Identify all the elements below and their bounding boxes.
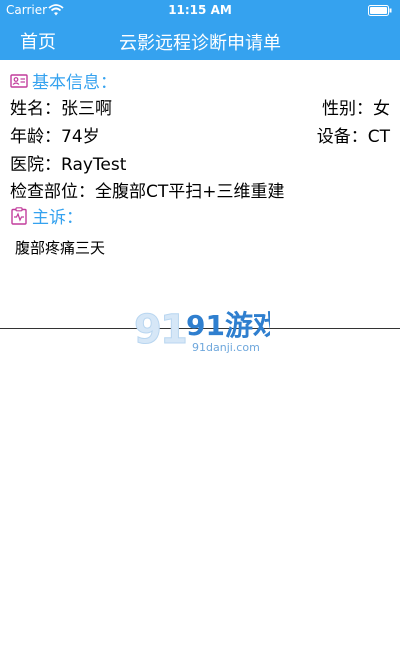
id-card-icon <box>10 73 28 88</box>
patient-age: 年龄：74岁 <box>10 127 100 147</box>
complaint-text: 腹部疼痛三天 <box>15 239 106 257</box>
watermark-brand: 91游戏 <box>186 309 270 342</box>
hospital: 医院：RayTest <box>10 155 127 175</box>
nav-bar: 首页 云影远程诊断申请单 <box>0 20 400 60</box>
exam-part: 检查部位：全腹部CT平扫+三维重建 <box>10 182 285 202</box>
home-back-button[interactable]: 首页 <box>20 28 56 54</box>
status-bar: Carrier 11:15 AM <box>0 0 400 20</box>
patient-name: 姓名：张三啊 <box>10 99 112 119</box>
watermark-domain: 91danji.com <box>192 341 260 354</box>
patient-gender: 性别：女 <box>322 99 390 119</box>
app-header: Carrier 11:15 AM 首页 云影远程诊断申请单 <box>0 0 400 60</box>
svg-text:9: 9 <box>134 307 162 353</box>
status-time: 11:15 AM <box>168 3 232 17</box>
watermark-logo: 9 1 91游戏 91danji.com <box>134 307 271 355</box>
basic-info-heading: 基本信息： <box>10 68 117 93</box>
page-title: 云影远程诊断申请单 <box>119 33 281 54</box>
exam-device: 设备：CT <box>316 127 390 147</box>
clipboard-pulse-icon <box>11 206 27 225</box>
complaint-heading: 主诉： <box>10 203 83 228</box>
svg-text:1: 1 <box>160 307 188 353</box>
complaint-heading-label: 主诉： <box>32 208 83 228</box>
basic-info-heading-label: 基本信息： <box>32 73 117 93</box>
battery-icon <box>368 5 392 16</box>
